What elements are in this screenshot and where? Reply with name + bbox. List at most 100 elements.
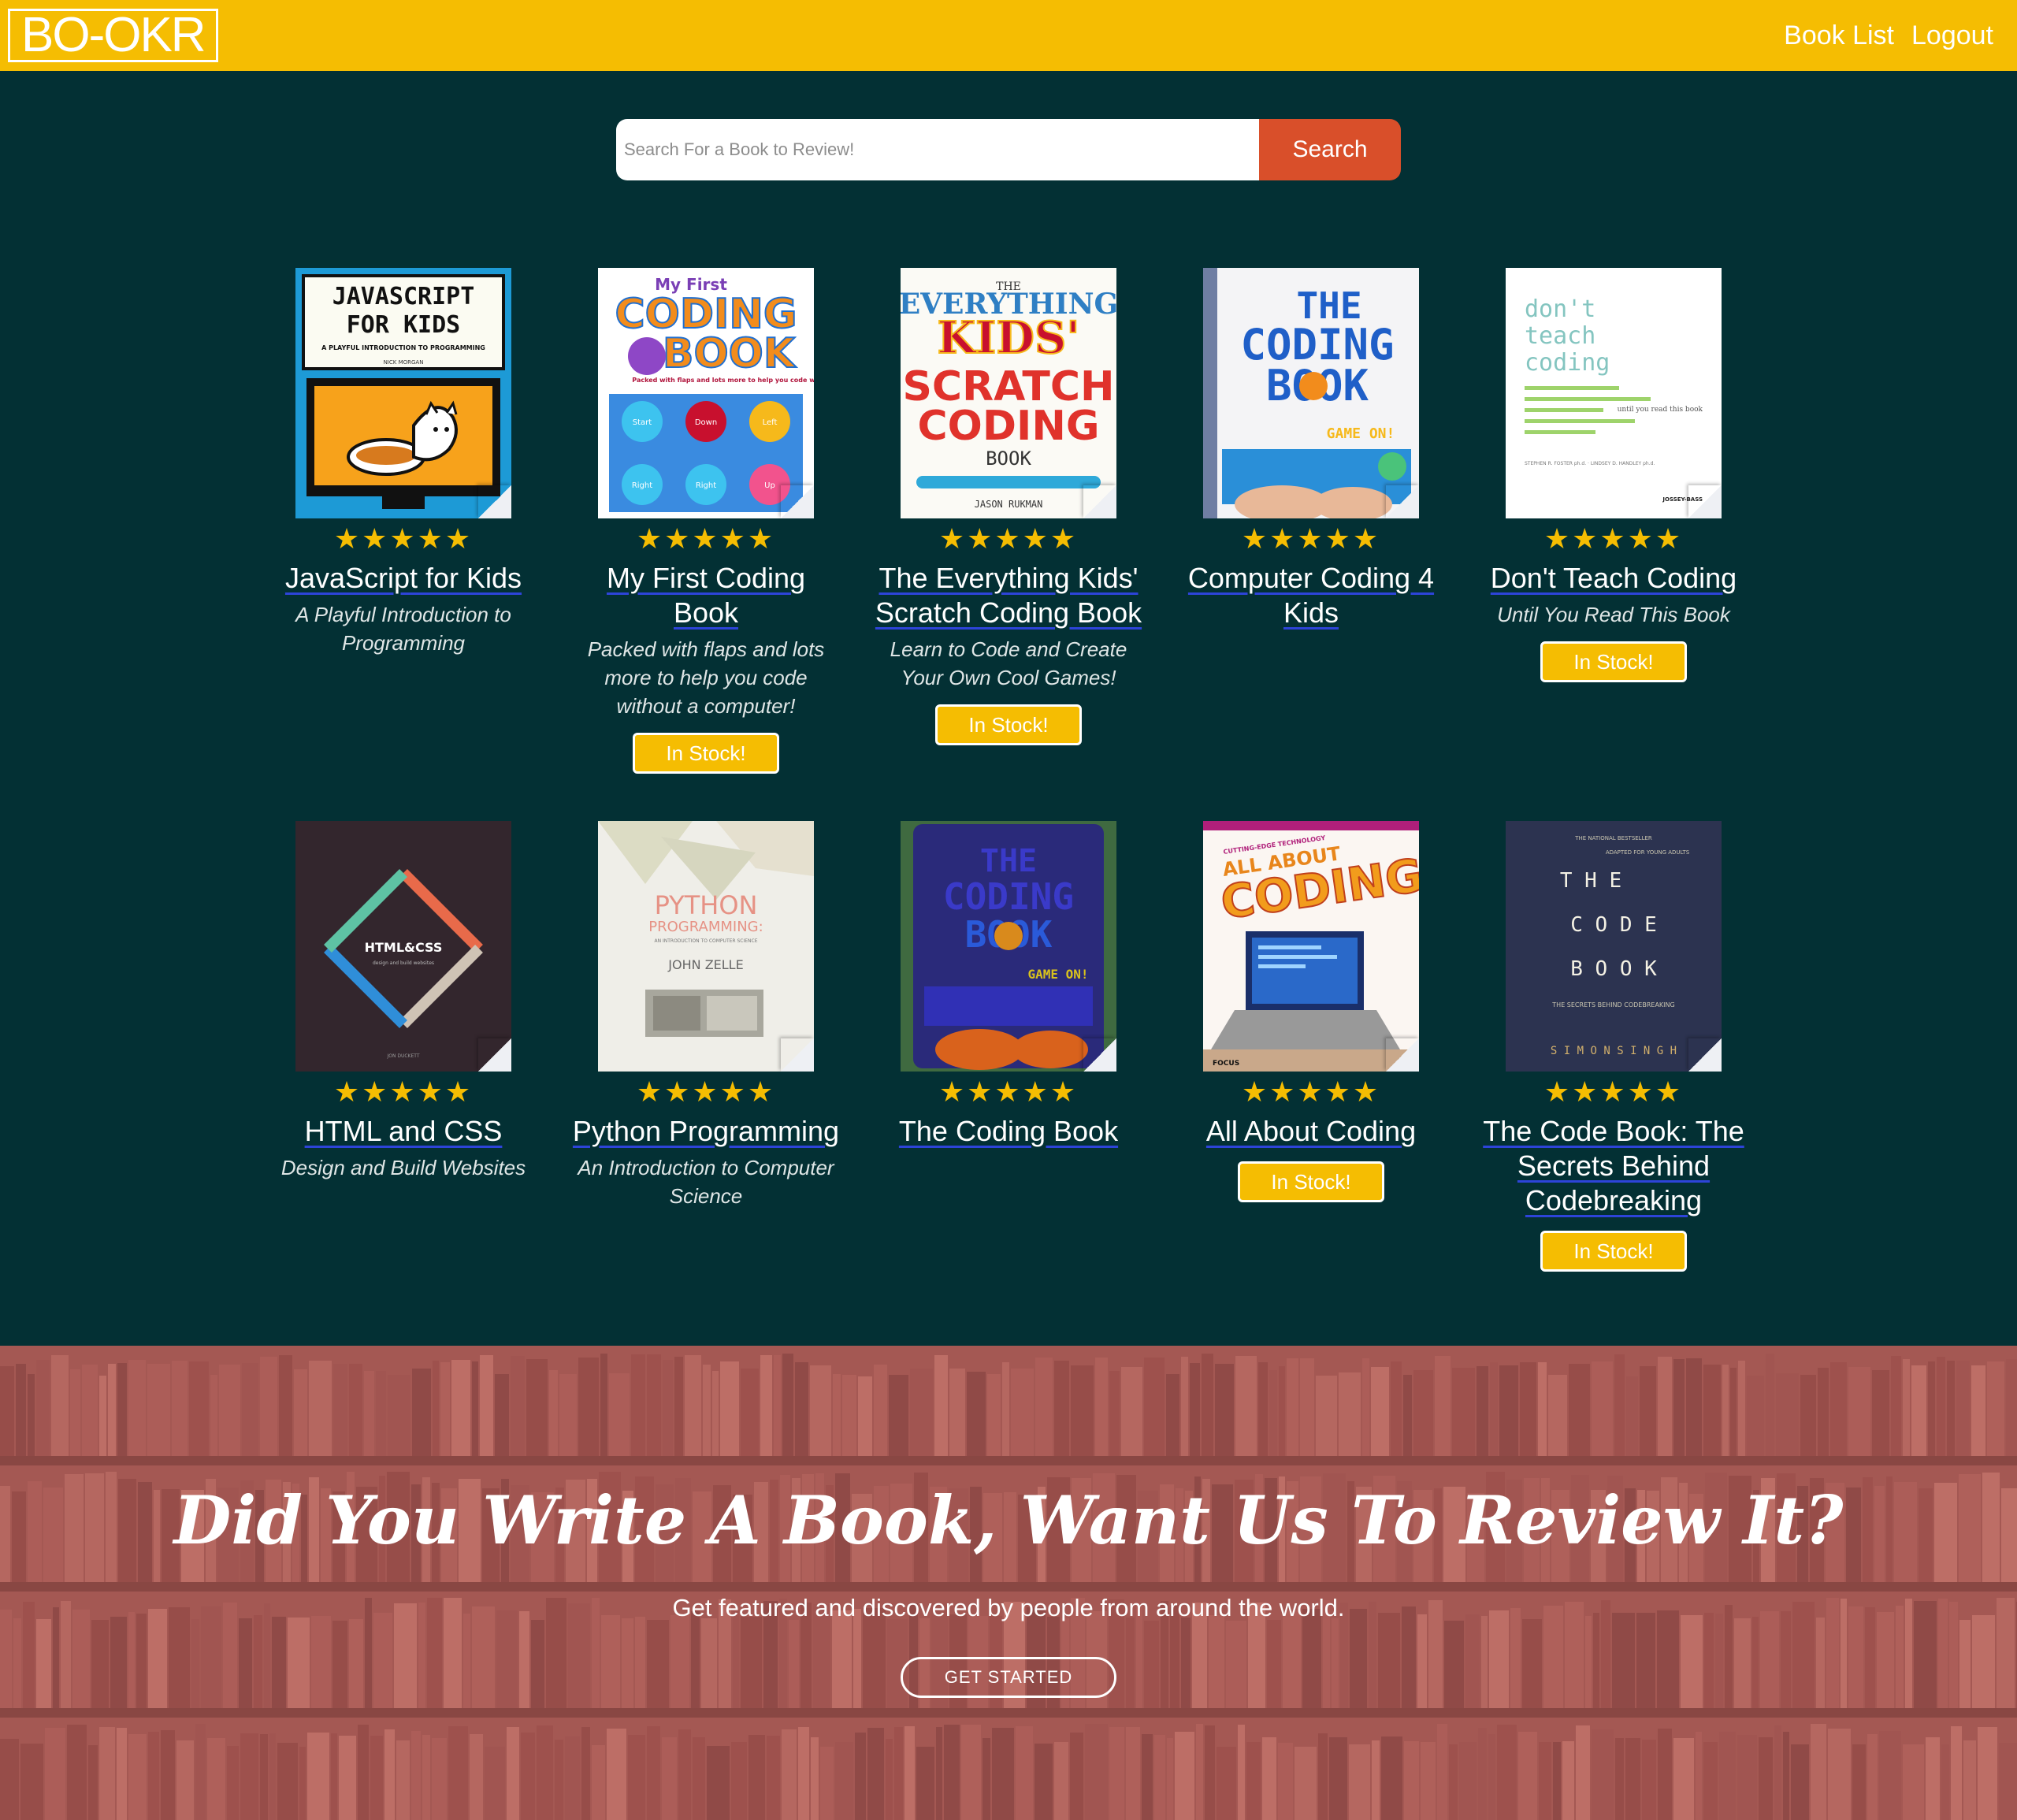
cover-text: JOHN ZELLE	[667, 957, 743, 972]
cover-text: THE	[980, 843, 1037, 879]
book-subtitle: An Introduction to Computer Science	[578, 1156, 834, 1208]
cover-text: JASON RUKMAN	[975, 499, 1043, 510]
cover-text: PROGRAMMING:	[648, 919, 763, 935]
rating-stars: ★★★★★	[1543, 522, 1684, 555]
cover-text: BOOK	[986, 448, 1031, 470]
book-cover[interactable]: HTML&CSS design and build websites JON D…	[295, 821, 511, 1072]
page-curl	[1083, 485, 1116, 518]
navbar: BO-OKR Book List Logout	[0, 0, 2017, 71]
book-card: JAVASCRIPT FOR KIDS A PLAYFUL INTRODUCTI…	[252, 268, 555, 774]
rating-stars: ★★★★★	[938, 1075, 1079, 1108]
book-subtitle: A Playful Introduction to Programming	[295, 603, 511, 655]
book-title-link[interactable]: HTML and CSS	[305, 1114, 503, 1149]
book-title-link[interactable]: Don't Teach Coding	[1491, 561, 1737, 596]
page-curl	[1083, 1038, 1116, 1072]
book-title-link[interactable]: All About Coding	[1206, 1114, 1416, 1149]
rating-stars: ★★★★★	[938, 522, 1079, 555]
book-cover[interactable]: PYTHON PROGRAMMING: AN INTRODUCTION TO C…	[598, 821, 814, 1072]
book-cover[interactable]: THE CODING BOOK GAME ON!	[901, 821, 1116, 1072]
book-title-link[interactable]: JavaScript for Kids	[285, 561, 522, 596]
cover-text: S I M O N S I N G H	[1551, 1045, 1677, 1057]
page-curl	[781, 485, 814, 518]
nav-link-book-list[interactable]: Book List	[1784, 20, 1894, 51]
rating-stars: ★★★★★	[1241, 522, 1381, 555]
review-call-to-action: Did You Write A Book, Want Us To Review …	[0, 1346, 2017, 1820]
cover-text: don't	[1525, 295, 1595, 323]
cover-text: GAME ON!	[1027, 967, 1088, 982]
book-cover[interactable]: CUTTING-EDGE TECHNOLOGY ALL ABOUT CODING…	[1203, 821, 1419, 1072]
hero-subtitle: Get featured and discovered by people fr…	[672, 1594, 1345, 1621]
brand-logo[interactable]: BO-OKR	[8, 9, 218, 62]
cover-text: Right	[632, 481, 652, 490]
page-curl	[1386, 485, 1419, 518]
cover-text: FOR KIDS	[347, 311, 461, 339]
book-title-link[interactable]: Python Programming	[573, 1114, 839, 1149]
cover-text: AN INTRODUCTION TO COMPUTER SCIENCE	[654, 938, 757, 944]
in-stock-button[interactable]: In Stock!	[633, 733, 779, 774]
cover-text: CODING	[917, 403, 1099, 450]
book-title-link[interactable]: My First Coding Book	[570, 561, 841, 630]
rating-stars: ★★★★★	[333, 1075, 474, 1108]
cover-text: GAME ON!	[1327, 425, 1395, 442]
get-started-button[interactable]: GET STARTED	[901, 1657, 1116, 1698]
cover-text: A PLAYFUL INTRODUCTION TO PROGRAMMING	[321, 344, 485, 351]
book-title-link[interactable]: Computer Coding 4 Kids	[1176, 561, 1447, 630]
cover-text: Left	[763, 418, 778, 427]
book-card: THE EVERYTHING KIDS' SCRATCH CODING BOOK…	[857, 268, 1160, 774]
cover-text: FOCUS	[1213, 1060, 1239, 1068]
book-title-link[interactable]: The Everything Kids' Scratch Coding Book	[873, 561, 1144, 630]
cover-text: PYTHON	[655, 890, 758, 920]
in-stock-button[interactable]: In Stock!	[1540, 1231, 1687, 1272]
hero-content: Did You Write A Book, Want Us To Review …	[0, 1346, 2017, 1820]
book-cover-art: THE NATIONAL BESTSELLER ADAPTED FOR YOUN…	[1506, 821, 1722, 1072]
book-cover[interactable]: THE CODING BOOK GAME ON!	[1203, 268, 1419, 518]
book-title-link[interactable]: The Code Book: The Secrets Behind Codebr…	[1478, 1114, 1749, 1218]
cover-text: THE SECRETS BEHIND CODEBREAKING	[1551, 1001, 1674, 1008]
book-cover[interactable]: don't teach coding until you read this b…	[1506, 268, 1722, 518]
book-cover-art: THE CODING BOOK GAME ON!	[1203, 268, 1419, 518]
book-card: THE CODING BOOK GAME ON! ★★★★★ Computer …	[1160, 268, 1462, 774]
cover-text: Right	[696, 481, 716, 490]
cover-text: THE NATIONAL BESTSELLER	[1574, 835, 1652, 841]
cover-text: JON DUCKETT	[386, 1053, 419, 1059]
book-cover[interactable]: THE EVERYTHING KIDS' SCRATCH CODING BOOK…	[901, 268, 1116, 518]
cover-text: T H E	[1560, 869, 1621, 893]
book-card: CUTTING-EDGE TECHNOLOGY ALL ABOUT CODING…	[1160, 821, 1462, 1272]
book-card: THE CODING BOOK GAME ON! ★★★★★ The Codin…	[857, 821, 1160, 1272]
search-input[interactable]	[616, 119, 1259, 180]
page-curl	[781, 1038, 814, 1072]
cover-text: BOOK	[663, 330, 797, 377]
book-cover[interactable]: My First CODING BOOK Packed with flaps a…	[598, 268, 814, 518]
book-cover-art: CUTTING-EDGE TECHNOLOGY ALL ABOUT CODING…	[1203, 821, 1419, 1072]
rating-stars: ★★★★★	[1241, 1075, 1381, 1108]
in-stock-button[interactable]: In Stock!	[1540, 641, 1687, 682]
book-subtitle: Until You Read This Book	[1497, 603, 1730, 626]
book-cover[interactable]: JAVASCRIPT FOR KIDS A PLAYFUL INTRODUCTI…	[295, 268, 511, 518]
rating-stars: ★★★★★	[1543, 1075, 1684, 1108]
cover-text: Down	[695, 418, 717, 427]
book-cover[interactable]: THE NATIONAL BESTSELLER ADAPTED FOR YOUN…	[1506, 821, 1722, 1072]
rating-stars: ★★★★★	[333, 522, 474, 555]
book-cover-art: don't teach coding until you read this b…	[1506, 268, 1722, 518]
book-title-link[interactable]: The Coding Book	[899, 1114, 1118, 1149]
nav-links: Book List Logout	[1784, 20, 1993, 51]
in-stock-button[interactable]: In Stock!	[1238, 1161, 1384, 1202]
cover-text: HTML&CSS	[365, 940, 443, 955]
nav-link-logout[interactable]: Logout	[1911, 20, 1993, 51]
book-card: THE NATIONAL BESTSELLER ADAPTED FOR YOUN…	[1462, 821, 1765, 1272]
book-cover-art: My First CODING BOOK Packed with flaps a…	[598, 268, 814, 518]
cover-text: design and build websites	[373, 960, 434, 966]
cover-text: C O D E	[1570, 913, 1657, 937]
cover-text: JAVASCRIPT	[332, 283, 475, 310]
book-card: don't teach coding until you read this b…	[1462, 268, 1765, 774]
cover-text: teach	[1525, 322, 1595, 350]
cover-text: KIDS'	[937, 312, 1079, 364]
book-card: HTML&CSS design and build websites JON D…	[252, 821, 555, 1272]
page-curl	[1688, 1038, 1722, 1072]
book-subtitle: Design and Build Websites	[280, 1156, 526, 1179]
search-button[interactable]: Search	[1259, 119, 1401, 180]
in-stock-button[interactable]: In Stock!	[935, 704, 1082, 745]
cover-text: ADAPTED FOR YOUNG ADULTS	[1606, 849, 1690, 856]
book-card: PYTHON PROGRAMMING: AN INTRODUCTION TO C…	[555, 821, 857, 1272]
book-cover-art: HTML&CSS design and build websites JON D…	[295, 821, 511, 1072]
